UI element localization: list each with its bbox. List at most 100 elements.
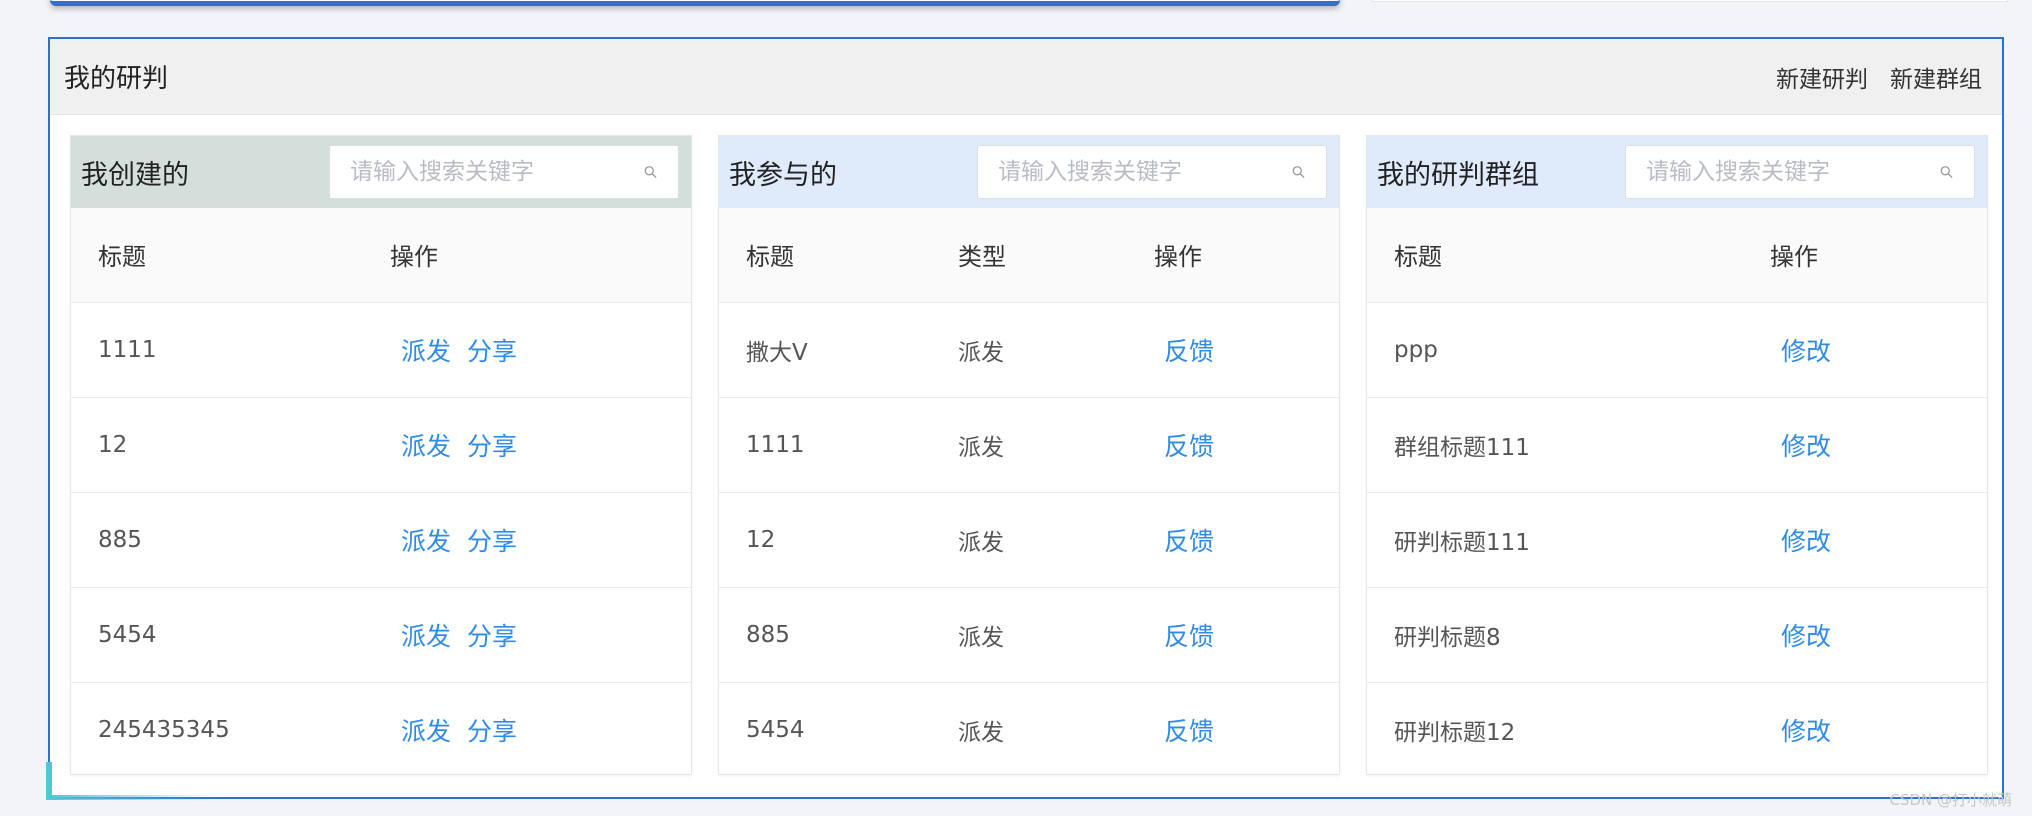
created-panel: 我创建的 标题 操作 1111派发分享12派发分享885派发分享5454派发分享… (70, 135, 692, 775)
table-header-row: 标题 操作 (1367, 208, 1987, 302)
row-actions: 反馈 (1127, 492, 1339, 587)
row-actions: 修改 (1743, 492, 1987, 587)
table-row: 1111 派发 反馈 (719, 397, 1339, 492)
table-row: 245435345 派发 分享 (71, 682, 691, 777)
dispatch-link[interactable]: 派发 (401, 527, 451, 556)
row-title: 撒大V (746, 339, 808, 366)
top-card-edge (50, 0, 1340, 6)
table-row: 885 派发 反馈 (719, 587, 1339, 682)
joined-panel-header: 我参与的 (719, 136, 1339, 208)
row-actions: 反馈 (1127, 682, 1339, 777)
table-row: 研判标题111 修改 (1367, 492, 1987, 587)
dispatch-link[interactable]: 派发 (401, 337, 451, 366)
new-research-button[interactable]: 新建研判 (1776, 60, 1868, 94)
my-research-section: 我的研判 新建研判 新建群组 我创建的 标题 操作 (48, 37, 2004, 799)
table-header-row: 标题 类型 操作 (719, 208, 1339, 302)
created-panel-header: 我创建的 (71, 136, 691, 208)
row-title: 12 (98, 431, 128, 458)
row-type: 派发 (958, 529, 1004, 556)
row-actions: 派发 分享 (363, 302, 691, 397)
dispatch-link[interactable]: 派发 (401, 622, 451, 651)
joined-panel: 我参与的 标题 类型 操作 撒大V派发反馈1111派发反馈12派发反馈885派发… (718, 135, 1340, 775)
column-header-type: 类型 (958, 243, 1006, 272)
section-header: 我的研判 新建研判 新建群组 (50, 39, 2002, 115)
row-type: 派发 (958, 624, 1004, 651)
column-header-actions: 操作 (390, 243, 438, 272)
table-row: 885 派发 分享 (71, 492, 691, 587)
groups-panel: 我的研判群组 标题 操作 ppp修改群组标题111修改研判标题111修改研判标题… (1366, 135, 1988, 775)
groups-panel-title: 我的研判群组 (1377, 159, 1539, 191)
row-actions: 派发 分享 (363, 397, 691, 492)
table-row: 1111 派发 分享 (71, 302, 691, 397)
feedback-link[interactable]: 反馈 (1164, 717, 1214, 746)
column-header-title: 标题 (98, 243, 146, 272)
table-header-row: 标题 操作 (71, 208, 691, 302)
search-icon[interactable] (643, 161, 658, 183)
created-panel-title: 我创建的 (81, 159, 189, 191)
groups-search-box[interactable] (1625, 145, 1975, 199)
groups-search-input[interactable] (1646, 159, 1939, 185)
created-search-box[interactable] (329, 145, 679, 199)
groups-table: 标题 操作 ppp 修改 群组标题111 修改 研判标题111 修改 研判标题8 修改 研判标题… (1367, 208, 1987, 777)
panels: 我创建的 标题 操作 1111派发分享12派发分享885派发分享5454派发分享… (70, 135, 1990, 775)
row-title: 245435345 (98, 716, 230, 743)
row-title: 研判标题8 (1394, 624, 1501, 651)
share-link[interactable]: 分享 (467, 337, 517, 366)
created-table: 标题 操作 1111 派发 分享 12 派发 分享 885 派发 分享 5454 派发 分享 24543… (71, 208, 691, 777)
row-actions: 派发 分享 (363, 682, 691, 777)
table-row: 5454 派发 反馈 (719, 682, 1339, 777)
feedback-link[interactable]: 反馈 (1164, 432, 1214, 461)
table-row: 撒大V 派发 反馈 (719, 302, 1339, 397)
row-type: 派发 (958, 719, 1004, 746)
groups-panel-header: 我的研判群组 (1367, 136, 1987, 208)
feedback-link[interactable]: 反馈 (1164, 622, 1214, 651)
edit-link[interactable]: 修改 (1781, 337, 1831, 366)
edit-link[interactable]: 修改 (1781, 432, 1831, 461)
row-title: 885 (746, 621, 790, 648)
feedback-link[interactable]: 反馈 (1164, 527, 1214, 556)
row-actions: 反馈 (1127, 397, 1339, 492)
joined-search-box[interactable] (977, 145, 1327, 199)
column-header-title: 标题 (746, 243, 794, 272)
table-row: 5454 派发 分享 (71, 587, 691, 682)
row-title: 研判标题12 (1394, 719, 1516, 746)
share-link[interactable]: 分享 (467, 717, 517, 746)
table-row: 12 派发 反馈 (719, 492, 1339, 587)
search-icon[interactable] (1939, 161, 1954, 183)
row-title: 5454 (98, 621, 157, 648)
row-title: 885 (98, 526, 142, 553)
created-search-input[interactable] (350, 159, 643, 185)
row-title: 5454 (746, 716, 805, 743)
row-actions: 修改 (1743, 397, 1987, 492)
joined-search-input[interactable] (998, 159, 1291, 185)
accent-line-horizontal (46, 795, 216, 800)
row-type: 派发 (958, 339, 1004, 366)
row-title: 研判标题111 (1394, 529, 1530, 556)
row-title: 群组标题111 (1394, 434, 1530, 461)
row-actions: 修改 (1743, 587, 1987, 682)
dispatch-link[interactable]: 派发 (401, 432, 451, 461)
feedback-link[interactable]: 反馈 (1164, 337, 1214, 366)
row-actions: 反馈 (1127, 302, 1339, 397)
section-title: 我的研判 (64, 64, 169, 94)
share-link[interactable]: 分享 (467, 527, 517, 556)
row-title: 12 (746, 526, 776, 553)
edit-link[interactable]: 修改 (1781, 622, 1831, 651)
table-row: 群组标题111 修改 (1367, 397, 1987, 492)
row-actions: 修改 (1743, 682, 1987, 777)
column-header-actions: 操作 (1770, 243, 1818, 272)
dispatch-link[interactable]: 派发 (401, 717, 451, 746)
edit-link[interactable]: 修改 (1781, 527, 1831, 556)
share-link[interactable]: 分享 (467, 432, 517, 461)
row-actions: 派发 分享 (363, 587, 691, 682)
search-icon[interactable] (1291, 161, 1306, 183)
share-link[interactable]: 分享 (467, 622, 517, 651)
row-type: 派发 (958, 434, 1004, 461)
table-row: 12 派发 分享 (71, 397, 691, 492)
new-group-button[interactable]: 新建群组 (1890, 60, 1982, 94)
row-actions: 派发 分享 (363, 492, 691, 587)
table-row: ppp 修改 (1367, 302, 1987, 397)
joined-panel-title: 我参与的 (729, 159, 837, 191)
edit-link[interactable]: 修改 (1781, 717, 1831, 746)
joined-table: 标题 类型 操作 撒大V 派发 反馈 1111 派发 反馈 12 派发 反馈 885 派发 反馈 545… (719, 208, 1339, 777)
